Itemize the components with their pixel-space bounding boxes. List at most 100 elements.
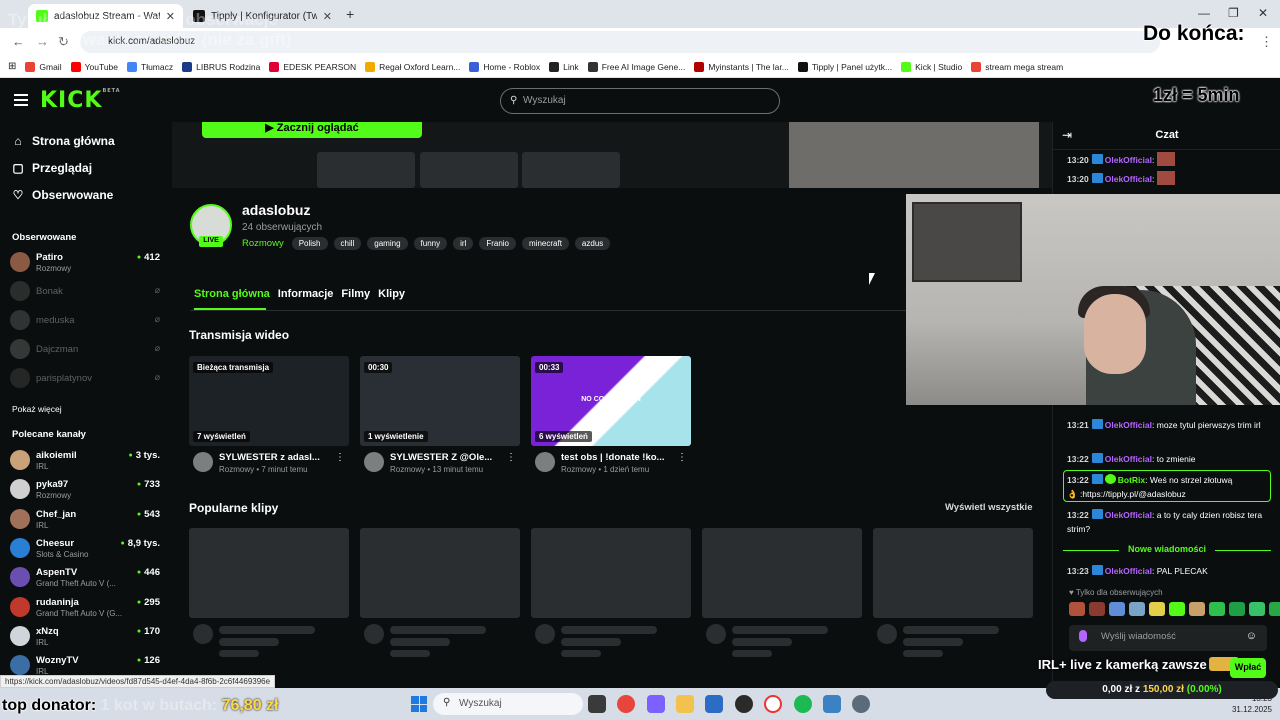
sidebar-channel[interactable]: parisplatynov ⌀ — [10, 366, 160, 392]
msg-user[interactable]: OlekOfficial — [1105, 155, 1152, 165]
video-title[interactable]: SYLWESTER Z @Ole... — [390, 452, 500, 463]
tab-home[interactable]: Strona główna — [194, 288, 270, 306]
file-explorer-icon[interactable] — [676, 695, 694, 713]
tab-info[interactable]: Informacje — [278, 288, 334, 306]
notepad-icon[interactable] — [823, 695, 841, 713]
tag-chip[interactable]: irl — [453, 237, 474, 250]
bookmark-item[interactable]: Gmail — [25, 61, 62, 72]
sidebar-channel[interactable]: xNzqIRL 170 — [10, 624, 160, 650]
emote-icon[interactable] — [1149, 602, 1165, 616]
sidebar-channel[interactable]: aikoiemilIRL 3 tys. — [10, 448, 160, 474]
tab-clips[interactable]: Klipy — [378, 288, 405, 306]
video-thumbnail[interactable]: 00:30 1 wyświetlenie — [360, 356, 520, 446]
bookmark-item[interactable]: Myinstants | The lar... — [694, 61, 789, 72]
maximize-icon[interactable]: ❐ — [1228, 6, 1239, 20]
bookmark-item[interactable]: Home - Roblox — [469, 61, 540, 72]
msg-user[interactable]: OlekOfficial — [1105, 566, 1152, 576]
bookmark-item[interactable]: stream mega stream — [971, 61, 1063, 72]
minimize-icon[interactable]: — — [1198, 6, 1210, 20]
video-options-icon[interactable]: ⋮ — [506, 452, 516, 463]
sidebar-channel[interactable]: rudaninjaGrand Theft Auto V (G... 295 — [10, 595, 160, 621]
sidebar-channel[interactable]: pyka97Rozmowy 733 — [10, 477, 160, 503]
emote-icon[interactable] — [1229, 602, 1245, 616]
search-input[interactable]: ⚲ Wyszukaj — [500, 88, 780, 114]
sidebar-channel[interactable]: Chef_janIRL 543 — [10, 507, 160, 533]
close-window-icon[interactable]: ✕ — [1258, 6, 1268, 20]
msg-user[interactable]: OlekOfficial — [1105, 174, 1152, 184]
tag-chip[interactable]: Franio — [479, 237, 517, 250]
category-link[interactable]: Rozmowy — [242, 238, 284, 249]
bookmark-item[interactable]: YouTube — [70, 61, 118, 72]
browser-menu-icon[interactable]: ⋮ — [1260, 34, 1273, 50]
chat-message-input[interactable]: Wyślij wiadomość ☺ — [1069, 625, 1267, 651]
msg-user[interactable]: BotRix — [1118, 475, 1145, 485]
sidebar-channel[interactable]: Dajczman ⌀ — [10, 337, 160, 363]
new-tab-button[interactable]: + — [346, 6, 354, 22]
emote-icon[interactable] — [1089, 602, 1105, 616]
video-options-icon[interactable]: ⋮ — [677, 452, 687, 463]
copilot-icon[interactable] — [647, 695, 665, 713]
emote-icon[interactable] — [1249, 602, 1265, 616]
tag-chip[interactable]: funny — [413, 237, 448, 250]
nav-browse[interactable]: ▢ Przeglądaj — [12, 161, 92, 175]
bookmark-item[interactable]: Kick | Studio — [901, 61, 962, 72]
bookmark-item[interactable]: EDESK PEARSON — [269, 61, 356, 72]
video-card[interactable]: NO CONNECTION 00:33 6 wyświetleń test obs |… — [531, 356, 691, 482]
emote-icon[interactable] — [1209, 602, 1225, 616]
show-more-link[interactable]: Pokaż więcej — [12, 404, 62, 414]
emote-icon[interactable] — [1129, 602, 1145, 616]
start-watching-button[interactable]: ▶ Zacznij oglądać — [202, 122, 422, 138]
msg-user[interactable]: OlekOfficial — [1105, 510, 1152, 520]
emote-icon[interactable] — [1189, 602, 1205, 616]
bookmark-item[interactable]: LIBRUS Rodzina — [182, 61, 260, 72]
video-thumbnail[interactable]: NO CONNECTION 00:33 6 wyświetleń — [531, 356, 691, 446]
new-messages-divider[interactable]: Nowe wiadomości — [1063, 544, 1271, 556]
chrome-icon[interactable] — [617, 695, 635, 713]
video-card[interactable]: 00:30 1 wyświetlenie SYLWESTER Z @Ole... Ro… — [360, 356, 520, 482]
spotify-icon[interactable] — [794, 695, 812, 713]
bookmark-item[interactable]: Link — [549, 61, 579, 72]
tag-chip[interactable]: gaming — [367, 237, 408, 250]
msg-user[interactable]: OlekOfficial — [1105, 420, 1152, 430]
emote-icon[interactable] — [1169, 602, 1185, 616]
sidebar-channel[interactable]: PatiroRozmowy 412 — [10, 250, 160, 276]
see-all-link[interactable]: Wyświetl wszystkie — [945, 502, 1032, 513]
sidebar-channel[interactable]: Bonak ⌀ — [10, 279, 160, 305]
sidebar-channel[interactable]: CheesurSlots & Casino 8,9 tys. — [10, 536, 160, 562]
tag-chip[interactable]: azdus — [574, 237, 611, 250]
obs-icon[interactable] — [735, 695, 753, 713]
video-title[interactable]: SYLWESTER z adasl... — [219, 452, 329, 463]
opera-icon[interactable] — [764, 695, 782, 713]
video-thumbnail[interactable]: Bieżąca transmisja 7 wyświetleń — [189, 356, 349, 446]
taskbar-search[interactable]: ⚲ Wyszukaj — [433, 693, 583, 715]
emote-icon[interactable] — [1069, 602, 1085, 616]
tipply-link[interactable]: https://tipply.pl/@adaslobuz — [1082, 489, 1185, 499]
tag-chip[interactable]: Polish — [291, 237, 328, 250]
kick-logo[interactable]: KICKBETA — [40, 88, 121, 113]
tab-videos[interactable]: Filmy — [341, 288, 370, 306]
settings-icon[interactable] — [852, 695, 870, 713]
emote-icon[interactable] — [1269, 602, 1280, 616]
tag-chip[interactable]: minecraft — [522, 237, 569, 250]
bookmark-item[interactable]: Regał Oxford Learn... — [365, 61, 460, 72]
task-view-icon[interactable] — [588, 695, 606, 713]
store-icon[interactable] — [705, 695, 723, 713]
bookmark-item[interactable]: Tłumacz — [127, 61, 173, 72]
sidebar-channel[interactable]: meduska ⌀ — [10, 308, 160, 334]
video-card[interactable]: Bieżąca transmisja 7 wyświetleń SYLWESTER … — [189, 356, 349, 482]
close-tab-icon[interactable]: ✕ — [323, 10, 332, 23]
microphone-icon[interactable] — [1079, 630, 1087, 642]
donate-button[interactable]: Wpłać — [1230, 658, 1266, 678]
menu-icon[interactable] — [14, 94, 28, 106]
video-options-icon[interactable]: ⋮ — [335, 452, 345, 463]
emote-icon[interactable] — [1109, 602, 1125, 616]
windows-start-icon[interactable] — [411, 696, 427, 712]
emoji-icon[interactable]: ☺ — [1246, 630, 1257, 642]
apps-icon[interactable]: ⊞ — [8, 61, 16, 72]
sidebar-channel[interactable]: AspenTVGrand Theft Auto V (... 446 — [10, 565, 160, 591]
bookmark-item[interactable]: Free AI Image Gene... — [587, 61, 685, 72]
nav-home[interactable]: ⌂ Strona główna — [12, 134, 114, 148]
video-title[interactable]: test obs | !donate !ko... — [561, 452, 671, 463]
tag-chip[interactable]: chill — [333, 237, 362, 250]
bookmark-item[interactable]: Tipply | Panel użytk... — [797, 61, 892, 72]
